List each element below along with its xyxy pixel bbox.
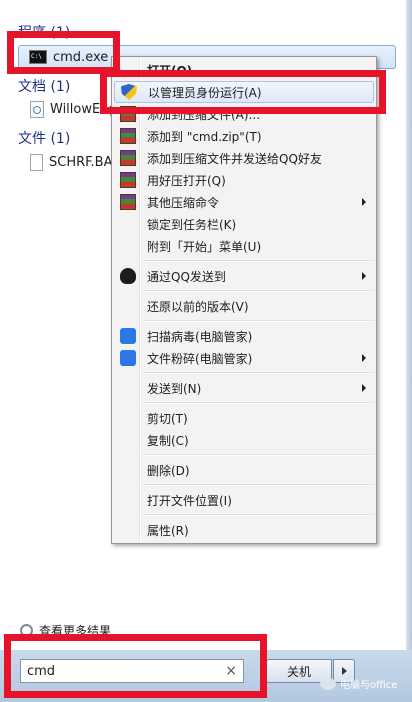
see-more-results-link[interactable]: 查看更多结果 xyxy=(20,622,111,639)
result-item-label: WillowEng xyxy=(50,101,117,117)
cmd-icon xyxy=(29,50,47,64)
menu-item-cut[interactable]: 剪切(T) xyxy=(114,407,374,429)
start-menu-panel: 程序 (1) cmd.exe 文档 (1) WillowEng 文件 (1) S… xyxy=(0,0,412,702)
result-item-label: SCHRF.BAS xyxy=(49,154,121,170)
menu-item-open-with-haozip[interactable]: 用好压打开(Q) xyxy=(114,169,374,191)
menu-item-label: 其他压缩命令 xyxy=(147,195,220,210)
result-item-label: cmd.exe xyxy=(53,49,109,65)
submenu-arrow-icon xyxy=(362,384,366,392)
context-menu: 打开(O) 以管理员身份运行(A) 添加到压缩文件(A)... 添加到 "cmd… xyxy=(111,56,377,544)
menu-item-send-to[interactable]: 发送到(N) xyxy=(114,377,374,399)
pc-manager-shield-icon xyxy=(120,328,136,344)
menu-item-label: 复制(C) xyxy=(147,433,189,448)
qq-penguin-icon xyxy=(120,268,136,284)
menu-item-label: 属性(R) xyxy=(147,523,189,538)
see-more-label: 查看更多结果 xyxy=(39,624,112,638)
menu-item-restore-versions[interactable]: 还原以前的版本(V) xyxy=(114,295,374,317)
group-header-programs: 程序 (1) xyxy=(18,25,71,41)
submenu-arrow-icon xyxy=(362,354,366,362)
menu-separator xyxy=(142,372,374,374)
uac-shield-icon xyxy=(121,84,137,100)
group-header-files: 文件 (1) xyxy=(18,131,71,147)
menu-item-label: 添加到压缩文件并发送给QQ好友 xyxy=(147,151,322,166)
group-header-documents: 文档 (1) xyxy=(18,79,71,95)
menu-item-add-to-zip[interactable]: 添加到 "cmd.zip"(T) xyxy=(114,125,374,147)
menu-item-label: 用好压打开(Q) xyxy=(147,173,226,188)
menu-item-scan-virus[interactable]: 扫描病毒(电脑管家) xyxy=(114,325,374,347)
menu-item-label: 扫描病毒(电脑管家) xyxy=(147,329,253,344)
search-input-value: cmd xyxy=(27,663,56,679)
menu-item-label: 通过QQ发送到 xyxy=(147,269,226,284)
wechat-icon xyxy=(320,677,336,690)
menu-item-add-and-send-qq[interactable]: 添加到压缩文件并发送给QQ好友 xyxy=(114,147,374,169)
archive-icon xyxy=(120,172,136,188)
menu-item-label: 打开文件位置(I) xyxy=(147,493,232,508)
menu-item-copy[interactable]: 复制(C) xyxy=(114,429,374,451)
submenu-arrow-icon xyxy=(362,198,366,206)
menu-separator xyxy=(142,260,374,262)
menu-item-label: 添加到 "cmd.zip"(T) xyxy=(147,129,262,144)
submenu-arrow-icon xyxy=(362,272,366,280)
clear-search-icon[interactable]: × xyxy=(225,663,237,679)
menu-item-label: 删除(D) xyxy=(147,463,190,478)
menu-item-pin-taskbar[interactable]: 锁定到任务栏(K) xyxy=(114,213,374,235)
menu-item-label: 还原以前的版本(V) xyxy=(147,299,249,314)
shutdown-label: 关机 xyxy=(286,664,311,679)
menu-item-other-compress[interactable]: 其他压缩命令 xyxy=(114,191,374,213)
archive-icon xyxy=(120,106,136,122)
menu-item-run-as-admin[interactable]: 以管理员身份运行(A) xyxy=(114,81,374,103)
menu-item-label: 锁定到任务栏(K) xyxy=(147,217,237,232)
menu-item-shred-file[interactable]: 文件粉碎(电脑管家) xyxy=(114,347,374,369)
menu-item-label: 文件粉碎(电脑管家) xyxy=(147,351,253,366)
menu-item-properties[interactable]: 属性(R) xyxy=(114,519,374,541)
menu-item-label: 打开(O) xyxy=(147,63,193,78)
menu-separator xyxy=(142,402,374,404)
archive-icon xyxy=(120,128,136,144)
file-icon xyxy=(30,153,43,171)
menu-separator xyxy=(142,454,374,456)
menu-item-add-to-archive[interactable]: 添加到压缩文件(A)... xyxy=(114,103,374,125)
archive-icon xyxy=(120,194,136,210)
menu-item-pin-start[interactable]: 附到「开始」菜单(U) xyxy=(114,235,374,257)
menu-item-open-location[interactable]: 打开文件位置(I) xyxy=(114,489,374,511)
menu-item-delete[interactable]: 删除(D) xyxy=(114,459,374,481)
menu-item-label: 剪切(T) xyxy=(147,411,188,426)
watermark-text: 电脑与office xyxy=(340,680,398,691)
pc-manager-shield-icon xyxy=(120,350,136,366)
menu-item-open[interactable]: 打开(O) xyxy=(114,59,374,81)
archive-icon xyxy=(120,150,136,166)
menu-item-label: 附到「开始」菜单(U) xyxy=(147,239,262,254)
magnifier-icon xyxy=(20,624,33,637)
watermark: 电脑与office xyxy=(320,676,397,691)
menu-separator xyxy=(142,514,374,516)
menu-separator xyxy=(142,320,374,322)
menu-separator xyxy=(142,484,374,486)
menu-item-label: 发送到(N) xyxy=(147,381,202,396)
menu-item-label: 以管理员身份运行(A) xyxy=(148,85,262,100)
search-input[interactable]: cmd × xyxy=(20,659,244,683)
document-icon xyxy=(30,100,44,118)
menu-item-label: 添加到压缩文件(A)... xyxy=(147,107,261,122)
menu-item-send-via-qq[interactable]: 通过QQ发送到 xyxy=(114,265,374,287)
panel-right-border xyxy=(406,0,412,650)
menu-separator xyxy=(142,290,374,292)
